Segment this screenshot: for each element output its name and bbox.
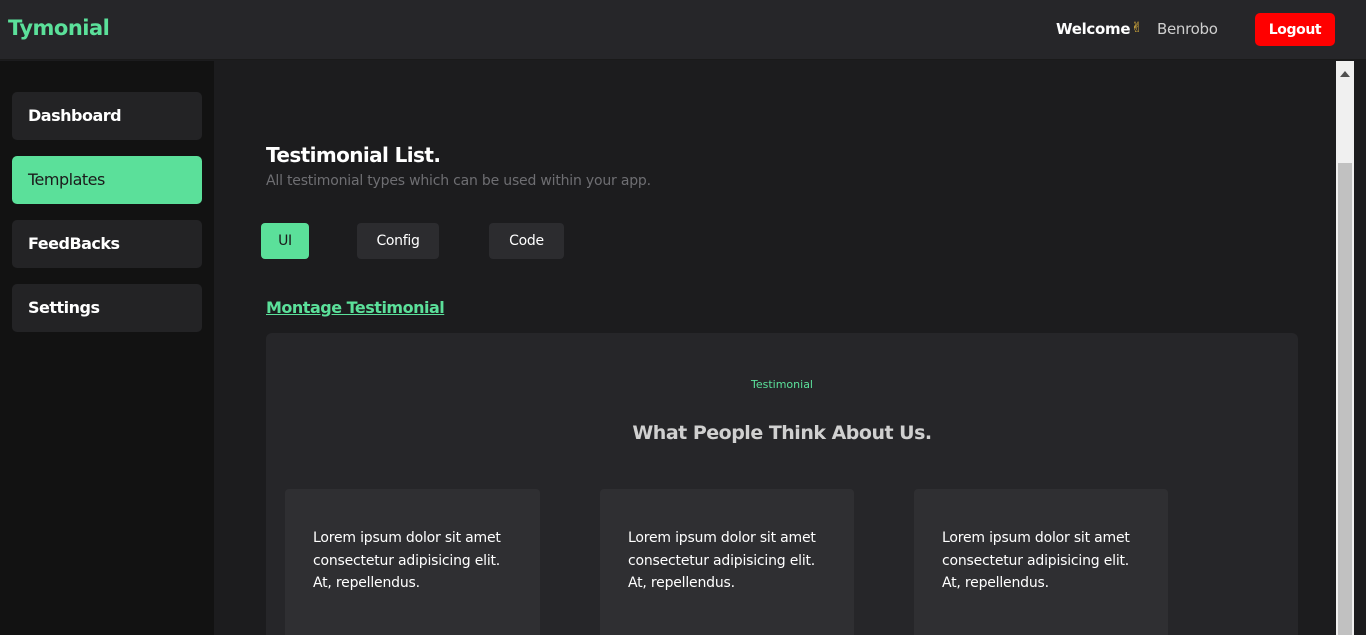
testimonial-card: Lorem ipsum dolor sit amet consectetur a… — [914, 489, 1168, 635]
victory-hand-icon: ✌ — [1131, 20, 1143, 36]
welcome-label: Welcome — [1056, 20, 1131, 38]
page-subtitle: All testimonial types which can be used … — [266, 173, 651, 189]
sidebar: Dashboard Templates FeedBacks Settings — [0, 61, 214, 635]
testimonial-text: Lorem ipsum dolor sit amet consectetur a… — [313, 530, 501, 591]
tab-code[interactable]: Code — [489, 223, 564, 259]
right-edge — [1354, 61, 1366, 635]
page-title: Testimonial List. — [266, 143, 441, 167]
preview-eyebrow: Testimonial — [751, 378, 813, 391]
testimonial-text: Lorem ipsum dolor sit amet consectetur a… — [942, 530, 1130, 591]
scrollbar-thumb[interactable] — [1338, 163, 1352, 635]
sidebar-item-feedbacks[interactable]: FeedBacks — [12, 220, 202, 268]
tab-ui[interactable]: UI — [261, 223, 309, 259]
logout-button[interactable]: Logout — [1255, 13, 1335, 46]
testimonial-preview: Testimonial What People Think About Us. … — [266, 333, 1298, 635]
montage-testimonial-link[interactable]: Montage Testimonial — [266, 298, 445, 317]
username: Benrobo — [1157, 20, 1218, 38]
testimonial-text: Lorem ipsum dolor sit amet consectetur a… — [628, 530, 816, 591]
sidebar-item-settings[interactable]: Settings — [12, 284, 202, 332]
vertical-scrollbar[interactable] — [1336, 61, 1354, 635]
brand-logo[interactable]: Tymonial — [8, 16, 110, 40]
preview-heading: What People Think About Us. — [632, 422, 932, 444]
scroll-up-arrow-icon[interactable] — [1340, 71, 1350, 77]
sidebar-item-dashboard[interactable]: Dashboard — [12, 92, 202, 140]
top-bar: Tymonial Welcome ✌ Benrobo Logout — [0, 0, 1366, 60]
tab-config[interactable]: Config — [357, 223, 439, 259]
testimonial-card: Lorem ipsum dolor sit amet consectetur a… — [600, 489, 854, 635]
sidebar-item-templates[interactable]: Templates — [12, 156, 202, 204]
testimonial-card: Lorem ipsum dolor sit amet consectetur a… — [285, 489, 540, 635]
